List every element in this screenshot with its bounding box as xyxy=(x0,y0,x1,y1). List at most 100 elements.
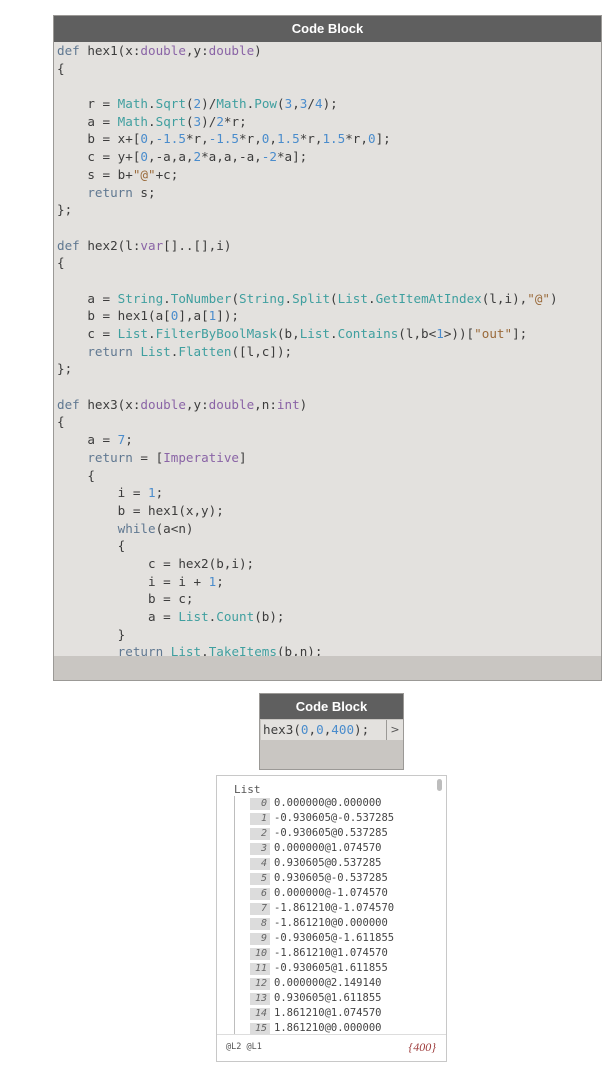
list-item[interactable]: 2 -0.930605@0.537285 xyxy=(250,826,435,841)
code-token: 1 xyxy=(148,485,156,501)
code-line[interactable]: s = b+"@"+c; xyxy=(57,166,601,184)
code-line[interactable]: a = String.ToNumber(String.Split(List.Ge… xyxy=(57,290,601,308)
code-line[interactable]: hex3(0,0,400); xyxy=(261,720,386,740)
code-token: b = x+[ xyxy=(57,131,141,147)
output-port[interactable]: > xyxy=(386,720,403,740)
list-item-value: 0.000000@-1.074570 xyxy=(274,887,388,899)
code-token: 0 xyxy=(300,722,309,737)
code-line[interactable]: b = c; xyxy=(57,590,601,608)
code-line[interactable]: }; xyxy=(57,360,601,378)
code-line[interactable]: return List.TakeItems(b,n); xyxy=(57,643,601,656)
code-line[interactable]: c = hex2(b,i); xyxy=(57,555,601,573)
code-token: ( xyxy=(185,96,194,112)
list-item[interactable]: 7 -1.861210@-1.074570 xyxy=(250,901,435,916)
list-items[interactable]: 0 0.000000@0.000000 1 -0.930605@-0.537285 2-… xyxy=(250,796,435,1036)
code-token: { xyxy=(57,60,65,76)
code-token: 0 xyxy=(316,722,324,737)
code-token: 1.5 xyxy=(276,131,300,147)
code-token: hex3( xyxy=(263,722,301,737)
list-item[interactable]: 4 0.930605@0.537285 xyxy=(250,856,435,871)
code-token: Split xyxy=(292,290,331,306)
code-token: *r, xyxy=(345,131,368,147)
code-token: hex1(x: xyxy=(79,43,141,58)
code-line[interactable]: { xyxy=(57,413,601,431)
code-block-node-call[interactable]: Code Block hex3(0,0,400); > xyxy=(259,693,404,770)
node-title[interactable]: Code Block xyxy=(260,694,403,719)
list-item-value: 0.000000@0.000000 xyxy=(274,797,382,809)
list-item[interactable]: 14 1.861210@1.074570 xyxy=(250,1006,435,1021)
code-token: ,-a,a, xyxy=(148,149,194,165)
code-line[interactable]: { xyxy=(57,254,601,272)
code-line[interactable] xyxy=(57,219,601,237)
code-token: return xyxy=(117,644,164,656)
code-line[interactable]: } xyxy=(57,626,601,644)
preview-footer: @L2 @L1 {400} xyxy=(217,1034,446,1061)
code-editor[interactable]: def hex1(x:double,y:double){ r = Math.Sq… xyxy=(57,42,601,656)
code-line[interactable]: b = x+[0,-1.5*r,-1.5*r,0,1.5*r,1.5*r,0]; xyxy=(57,130,601,148)
code-token: 2 xyxy=(216,113,224,129)
list-item[interactable]: 10 -1.861210@1.074570 xyxy=(250,946,435,961)
list-item[interactable]: 11 -0.930605@1.611855 xyxy=(250,961,435,976)
code-token: ]); xyxy=(216,308,240,324)
list-item-index: 11 xyxy=(250,963,270,975)
code-block-node-main[interactable]: Code Block def hex1(x:double,y:double){ … xyxy=(53,15,602,681)
code-line[interactable] xyxy=(57,272,601,290)
code-line[interactable]: def hex3(x:double,y:double,n:int) xyxy=(57,396,601,414)
code-line[interactable]: i = i + 1; xyxy=(57,573,601,591)
code-token: ; xyxy=(125,432,133,448)
list-item[interactable]: 13 0.930605@1.611855 xyxy=(250,991,435,1006)
code-line[interactable]: b = hex1(a[0],a[1]); xyxy=(57,307,601,325)
code-token: []..[],i) xyxy=(163,237,232,253)
code-editor[interactable]: hex3(0,0,400); xyxy=(261,720,386,740)
code-line[interactable] xyxy=(57,77,601,95)
code-token: 3 xyxy=(193,113,202,129)
code-line[interactable]: a = Math.Sqrt(3)/2*r; xyxy=(57,113,601,131)
code-line[interactable]: a = List.Count(b); xyxy=(57,608,601,626)
list-item[interactable]: 9 -0.930605@-1.611855 xyxy=(250,931,435,946)
code-token: Count xyxy=(216,609,255,624)
list-item[interactable]: 1 -0.930605@-0.537285 xyxy=(250,811,435,826)
scrollbar[interactable] xyxy=(437,779,442,791)
code-line[interactable]: a = 7; xyxy=(57,431,601,449)
code-token: List xyxy=(178,609,209,624)
code-token: def xyxy=(57,396,80,412)
code-token: Math xyxy=(117,113,149,129)
code-line[interactable]: c = y+[0,-a,a,2*a,a,-a,-2*a]; xyxy=(57,148,601,166)
list-item[interactable]: 5 0.930605@-0.537285 xyxy=(250,871,435,886)
code-line[interactable]: r = Math.Sqrt(2)/Math.Pow(3,3/4); xyxy=(57,95,601,113)
code-line[interactable]: while(a<n) xyxy=(57,520,601,538)
node-title[interactable]: Code Block xyxy=(54,16,601,42)
list-item-index: 0 xyxy=(250,798,270,810)
code-token: Sqrt xyxy=(155,96,186,112)
code-line[interactable]: return s; xyxy=(57,184,601,202)
code-token: , xyxy=(269,131,277,147)
code-token: ,n: xyxy=(254,396,277,412)
list-item[interactable]: 0 0.000000@0.000000 xyxy=(250,796,435,811)
list-item[interactable]: 8 -1.861210@0.000000 xyxy=(250,916,435,931)
list-item[interactable]: 12 0.000000@2.149140 xyxy=(250,976,435,991)
code-token: s = b+ xyxy=(57,166,133,182)
code-line[interactable]: def hex2(l:var[]..[],i) xyxy=(57,237,601,255)
code-token: . xyxy=(367,290,376,306)
code-line[interactable] xyxy=(57,378,601,396)
code-line[interactable]: i = 1; xyxy=(57,484,601,502)
code-line[interactable]: return List.Flatten([l,c]); xyxy=(57,343,601,361)
list-item[interactable]: 3 0.000000@1.074570 xyxy=(250,841,435,856)
code-token: . xyxy=(330,326,338,341)
code-line[interactable]: { xyxy=(57,467,601,485)
code-line[interactable]: return = [Imperative] xyxy=(57,449,601,467)
code-line[interactable]: { xyxy=(57,537,601,555)
code-line[interactable]: b = hex1(x,y); xyxy=(57,502,601,520)
code-token: . xyxy=(148,113,156,129)
code-line[interactable]: def hex1(x:double,y:double) xyxy=(57,42,601,60)
code-line[interactable]: }; xyxy=(57,201,601,219)
code-token: r = xyxy=(57,96,118,112)
code-line[interactable]: { xyxy=(57,60,601,78)
code-token: +c; xyxy=(155,166,179,182)
list-item-value: 0.930605@-0.537285 xyxy=(274,872,388,884)
code-line[interactable]: c = List.FilterByBoolMask(b,List.Contain… xyxy=(57,325,601,343)
list-item-index: 4 xyxy=(250,858,270,870)
list-item[interactable]: 6 0.000000@-1.074570 xyxy=(250,886,435,901)
